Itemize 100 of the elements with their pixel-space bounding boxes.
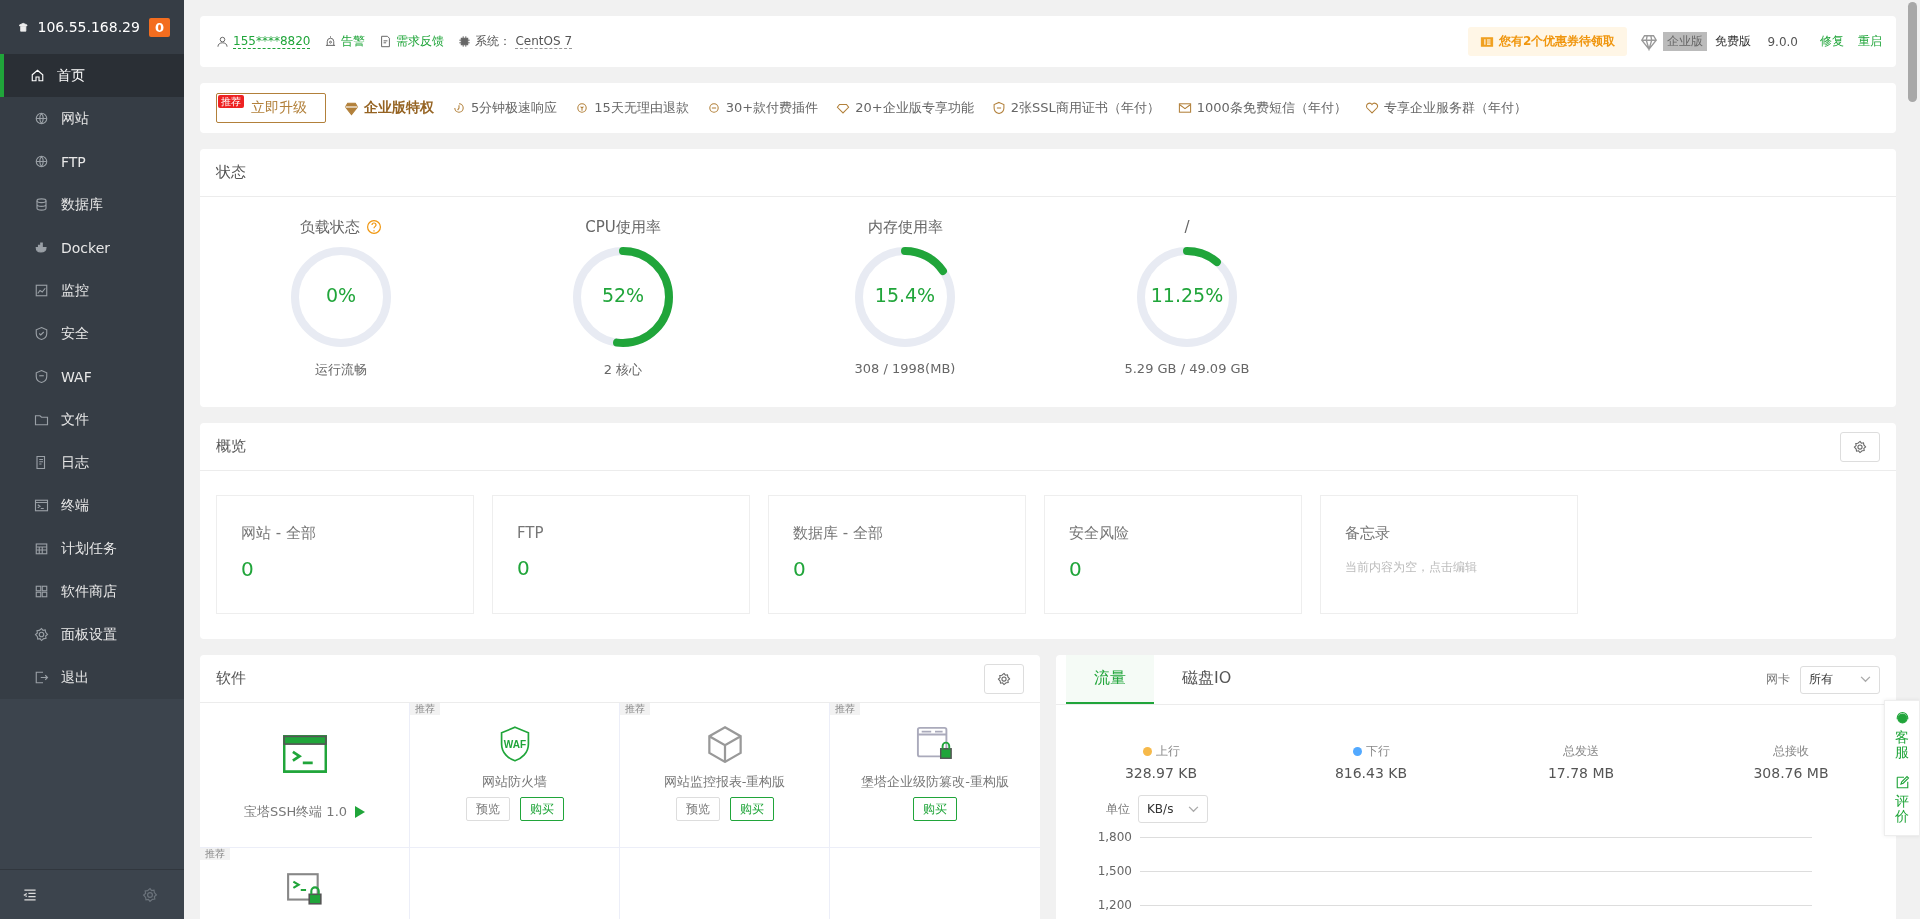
sidebar-item[interactable]: 日志 (0, 441, 184, 484)
edition-tag: 企业版 (1663, 32, 1708, 51)
chevron-down-icon (1188, 805, 1199, 813)
nic-select[interactable]: 所有 (1800, 665, 1880, 694)
user-icon (216, 35, 229, 48)
globe-icon (34, 154, 49, 169)
stat-value: 17.78 MB (1547, 765, 1615, 781)
settings-icon (1853, 439, 1867, 454)
sidebar-item[interactable]: 软件商店 (0, 570, 184, 613)
card-label: 数据库 - 全部 (793, 524, 884, 543)
recommend-tag: 推荐 (410, 703, 440, 715)
help-link[interactable]: 评价 (1895, 793, 1909, 825)
settings-button[interactable] (1840, 431, 1880, 462)
unit-select[interactable]: KB/s (1138, 795, 1208, 823)
sidebar-item[interactable]: 退出 (0, 656, 184, 699)
gem-icon (344, 100, 359, 116)
feature-text: 20+企业版专享功能 (855, 99, 974, 117)
sidebar-item[interactable]: 面板设置 (0, 613, 184, 656)
alarm-icon (324, 35, 338, 48)
gauge-caption: 5.29 GB / 49.09 GB (1124, 361, 1250, 376)
panel-action-link[interactable]: 修复 (1820, 33, 1844, 50)
sidebar-item[interactable]: 数据库 (0, 183, 184, 226)
plugin-badge-icon (706, 101, 721, 115)
help-icon[interactable] (366, 219, 382, 235)
sidebar-item[interactable]: 计划任务 (0, 527, 184, 570)
sidebar-item[interactable]: 首页 (0, 54, 184, 97)
nav-link[interactable]: 告警 (341, 33, 366, 50)
overview-card[interactable]: 数据库 - 全部 0 (768, 495, 1026, 614)
folder-icon (34, 412, 49, 427)
sidebar-item[interactable]: FTP (0, 140, 184, 183)
recommend-tag: 推荐 (200, 848, 230, 860)
sidebar-item[interactable]: 安全 (0, 312, 184, 355)
feature-text: 2张SSL商用证书（年付） (1010, 99, 1160, 117)
sidebar-item[interactable]: 终端 (0, 484, 184, 527)
gauge-value: 11.25% (1149, 284, 1225, 306)
stat-label: 上行 (1155, 743, 1180, 760)
alert-count-badge[interactable]: 0 (148, 17, 170, 37)
settings-icon[interactable] (142, 886, 158, 903)
field-label: 单位 (1106, 800, 1130, 818)
home-icon (30, 68, 45, 83)
buy-button[interactable]: 购买 (913, 797, 957, 821)
tab[interactable]: 流量 (1066, 655, 1154, 704)
software-name: 网站监控报表-重构版 (663, 773, 786, 791)
help-link[interactable]: 客服 (1895, 730, 1909, 761)
axis-label: 1,500 (1096, 864, 1132, 878)
globe-icon (34, 111, 49, 126)
terminal-lock-icon (285, 870, 324, 908)
count-value: 0 (241, 557, 255, 581)
overview-card[interactable]: 备忘录 当前内容为空，点击编辑 (1320, 495, 1578, 614)
gauge-value: 52% (600, 284, 646, 306)
panel-action-link[interactable]: 重启 (1858, 33, 1882, 50)
stat-value: 816.43 KB (1334, 765, 1408, 781)
tab[interactable]: 磁盘IO (1154, 655, 1260, 704)
buy-button[interactable]: 购买 (519, 797, 564, 821)
server-ip: 106.55.168.29 (37, 19, 140, 35)
sidebar-item[interactable]: 文件 (0, 398, 184, 441)
panel-title: 状态 (216, 163, 246, 182)
panel-title: 软件 (216, 669, 246, 688)
os-name-link[interactable]: CentOS 7 (515, 34, 573, 49)
scrollbar-thumb[interactable] (1908, 2, 1917, 102)
buy-button[interactable]: 购买 (729, 797, 774, 821)
upgrade-button[interactable]: 推荐 立即升级 (216, 93, 326, 123)
sidebar-item[interactable]: Docker (0, 226, 184, 269)
panel-title: 概览 (216, 437, 246, 456)
chevron-down-icon (1860, 676, 1871, 683)
preview-button[interactable]: 预览 (465, 797, 510, 821)
settings-button[interactable] (984, 663, 1024, 694)
system-label: 系统： (475, 33, 512, 50)
mail-icon (1177, 101, 1192, 115)
sidebar-item[interactable]: 监控 (0, 269, 184, 312)
account-link[interactable]: 155****8820 (233, 34, 311, 49)
play-icon[interactable] (355, 806, 366, 818)
sidebar-item[interactable]: 网站 (0, 97, 184, 140)
count-value: 0 (793, 557, 807, 581)
feature-text: 15天无理由退款 (594, 99, 689, 117)
heart-icon (1364, 101, 1379, 115)
card-label: 网站 - 全部 (241, 524, 317, 543)
edit-icon[interactable] (1894, 774, 1910, 790)
stat-value: 308.76 MB (1753, 765, 1829, 781)
axis-label: 1,200 (1096, 898, 1132, 912)
feature-text: 1000条免费短信（年付） (1196, 99, 1347, 117)
stat-value: 328.97 KB (1124, 765, 1198, 781)
sidebar-item[interactable]: WAF (0, 355, 184, 398)
ssl-shield-icon (991, 101, 1006, 115)
note-edit-icon (379, 35, 393, 48)
software-name: 网站防火墙 (482, 773, 547, 791)
recommend-tag: 推荐 (830, 703, 860, 715)
diamond-outline-icon (836, 101, 851, 115)
preview-button[interactable]: 预览 (675, 797, 720, 821)
gauge-title: / (1184, 218, 1190, 236)
overview-card[interactable]: FTP 0 (492, 495, 750, 614)
overview-card[interactable]: 网站 - 全部 0 (216, 495, 474, 614)
count-value: 0 (517, 556, 531, 580)
count-value: 0 (1069, 557, 1083, 581)
memo-text: 当前内容为空，点击编辑 (1345, 559, 1478, 576)
stat-label: 下行 (1365, 743, 1390, 760)
overview-card[interactable]: 安全风险 0 (1044, 495, 1302, 614)
card-label: 安全风险 (1069, 524, 1130, 543)
nav-link[interactable]: 需求反馈 (396, 33, 445, 50)
field-label: 网卡 (1766, 671, 1790, 688)
